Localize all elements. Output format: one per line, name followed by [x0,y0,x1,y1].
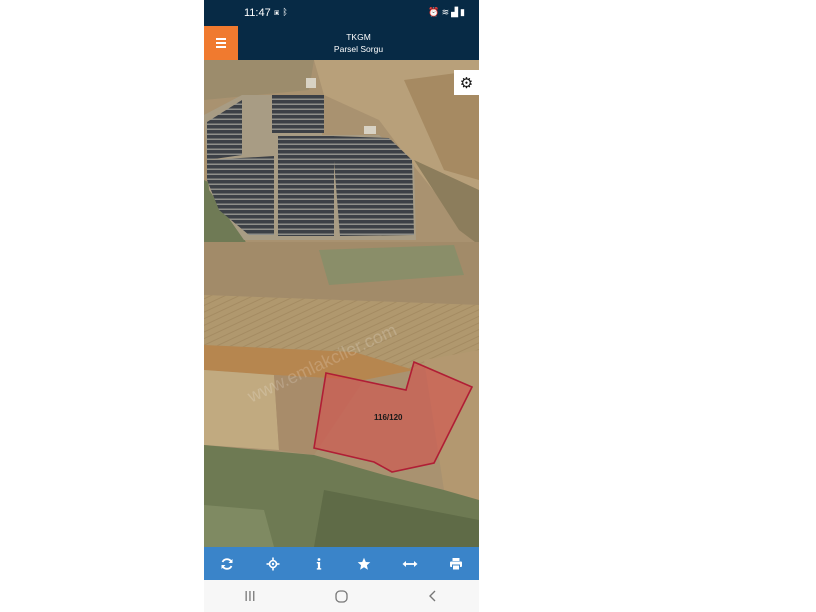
bluetooth-icon: ᛒ [282,7,291,17]
measure-button[interactable] [395,549,425,579]
signal-icon: ▟ [451,7,461,17]
measure-arrows-icon [402,560,418,567]
android-nav-bar [204,580,479,612]
app-title: TKGM [346,32,371,42]
app-header: TKGM Parsel Sorgu [204,26,479,60]
back-button[interactable] [413,581,453,611]
gear-icon: ⚙ [459,74,474,92]
print-icon [450,557,463,570]
recent-apps-button[interactable] [230,581,270,611]
settings-button[interactable]: ⚙ [454,70,479,95]
info-button[interactable] [304,549,334,579]
solar-panels-block-4 [278,136,334,236]
field-bottom-left [204,505,274,547]
print-button[interactable] [441,549,471,579]
alarm-icon: ⏰ [428,7,442,17]
phone-screen: 11:47 ▣ᛒ ⏰≋▟▮ TKGM Parsel Sorgu www.emla… [204,0,479,612]
status-time: 11:47 [244,7,271,19]
locate-crosshair-icon [266,557,280,570]
header-titles: TKGM Parsel Sorgu [238,31,479,55]
building-2 [364,126,376,134]
info-icon [316,557,321,570]
menu-button[interactable] [204,26,238,60]
solar-panels-block-3 [272,95,324,133]
app-subtitle: Parsel Sorgu [333,44,384,54]
refresh-button[interactable] [212,549,242,579]
map-canvas[interactable]: www.emlakciler.com 116/120 [204,60,479,547]
solar-panels-block-5 [332,136,414,236]
status-bar: 11:47 ▣ᛒ ⏰≋▟▮ [204,0,479,26]
wifi-icon: ≋ [441,7,452,17]
locate-button[interactable] [258,549,288,579]
bottom-toolbar [204,547,479,580]
hamburger-menu-icon [216,36,226,50]
star-icon [358,557,371,570]
recent-apps-icon [245,591,255,601]
building-1 [306,78,316,88]
parcel-label: 116/120 [374,413,403,422]
battery-icon: ▮ [460,7,467,17]
back-icon [429,590,436,602]
status-left-icons: ▣ᛒ [274,7,291,17]
favorite-button[interactable] [349,549,379,579]
home-icon [335,589,348,603]
refresh-icon [221,557,233,570]
home-button[interactable] [321,581,361,611]
status-right-icons: ⏰≋▟▮ [428,7,467,18]
satellite-map[interactable]: www.emlakciler.com 116/120 [204,60,479,547]
